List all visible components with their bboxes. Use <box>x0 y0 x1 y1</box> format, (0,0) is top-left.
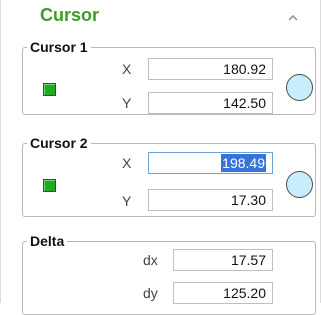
delta-dy-field[interactable]: 125.20 <box>173 282 273 304</box>
cursor1-x-label: X <box>122 61 132 77</box>
cursor2-color-circle[interactable] <box>286 171 313 198</box>
cursor1-color-circle[interactable] <box>286 74 313 101</box>
panel-title: Cursor <box>40 5 100 25</box>
cursor1-color-swatch[interactable] <box>43 83 56 96</box>
cursor1-legend: Cursor 1 <box>30 39 88 55</box>
delta-dx-label: dx <box>143 252 158 268</box>
cursor2-x-label: X <box>122 155 132 171</box>
delta-dy-label: dy <box>143 285 158 301</box>
delta-dx-field[interactable]: 17.57 <box>173 249 273 271</box>
panel-header[interactable]: Cursor <box>1 0 320 34</box>
chevron-up-icon[interactable] <box>285 10 301 26</box>
cursor1-x-field[interactable]: 180.92 <box>148 58 273 80</box>
cursor2-x-selected-text: 198.49 <box>221 154 266 172</box>
delta-legend: Delta <box>30 233 65 249</box>
cursor2-legend: Cursor 2 <box>30 135 88 151</box>
cursor2-x-field[interactable]: 198.49 <box>148 152 273 174</box>
cursor2-y-label: Y <box>122 193 132 209</box>
cursor2-color-swatch[interactable] <box>43 179 56 192</box>
cursor2-y-field[interactable]: 17.30 <box>148 189 273 211</box>
cursor1-y-field[interactable]: 142.50 <box>148 92 273 114</box>
cursor1-y-label: Y <box>122 95 132 111</box>
cursor-panel: Cursor Cursor 1 X 180.92 Y 142.50 Cursor… <box>0 0 321 315</box>
